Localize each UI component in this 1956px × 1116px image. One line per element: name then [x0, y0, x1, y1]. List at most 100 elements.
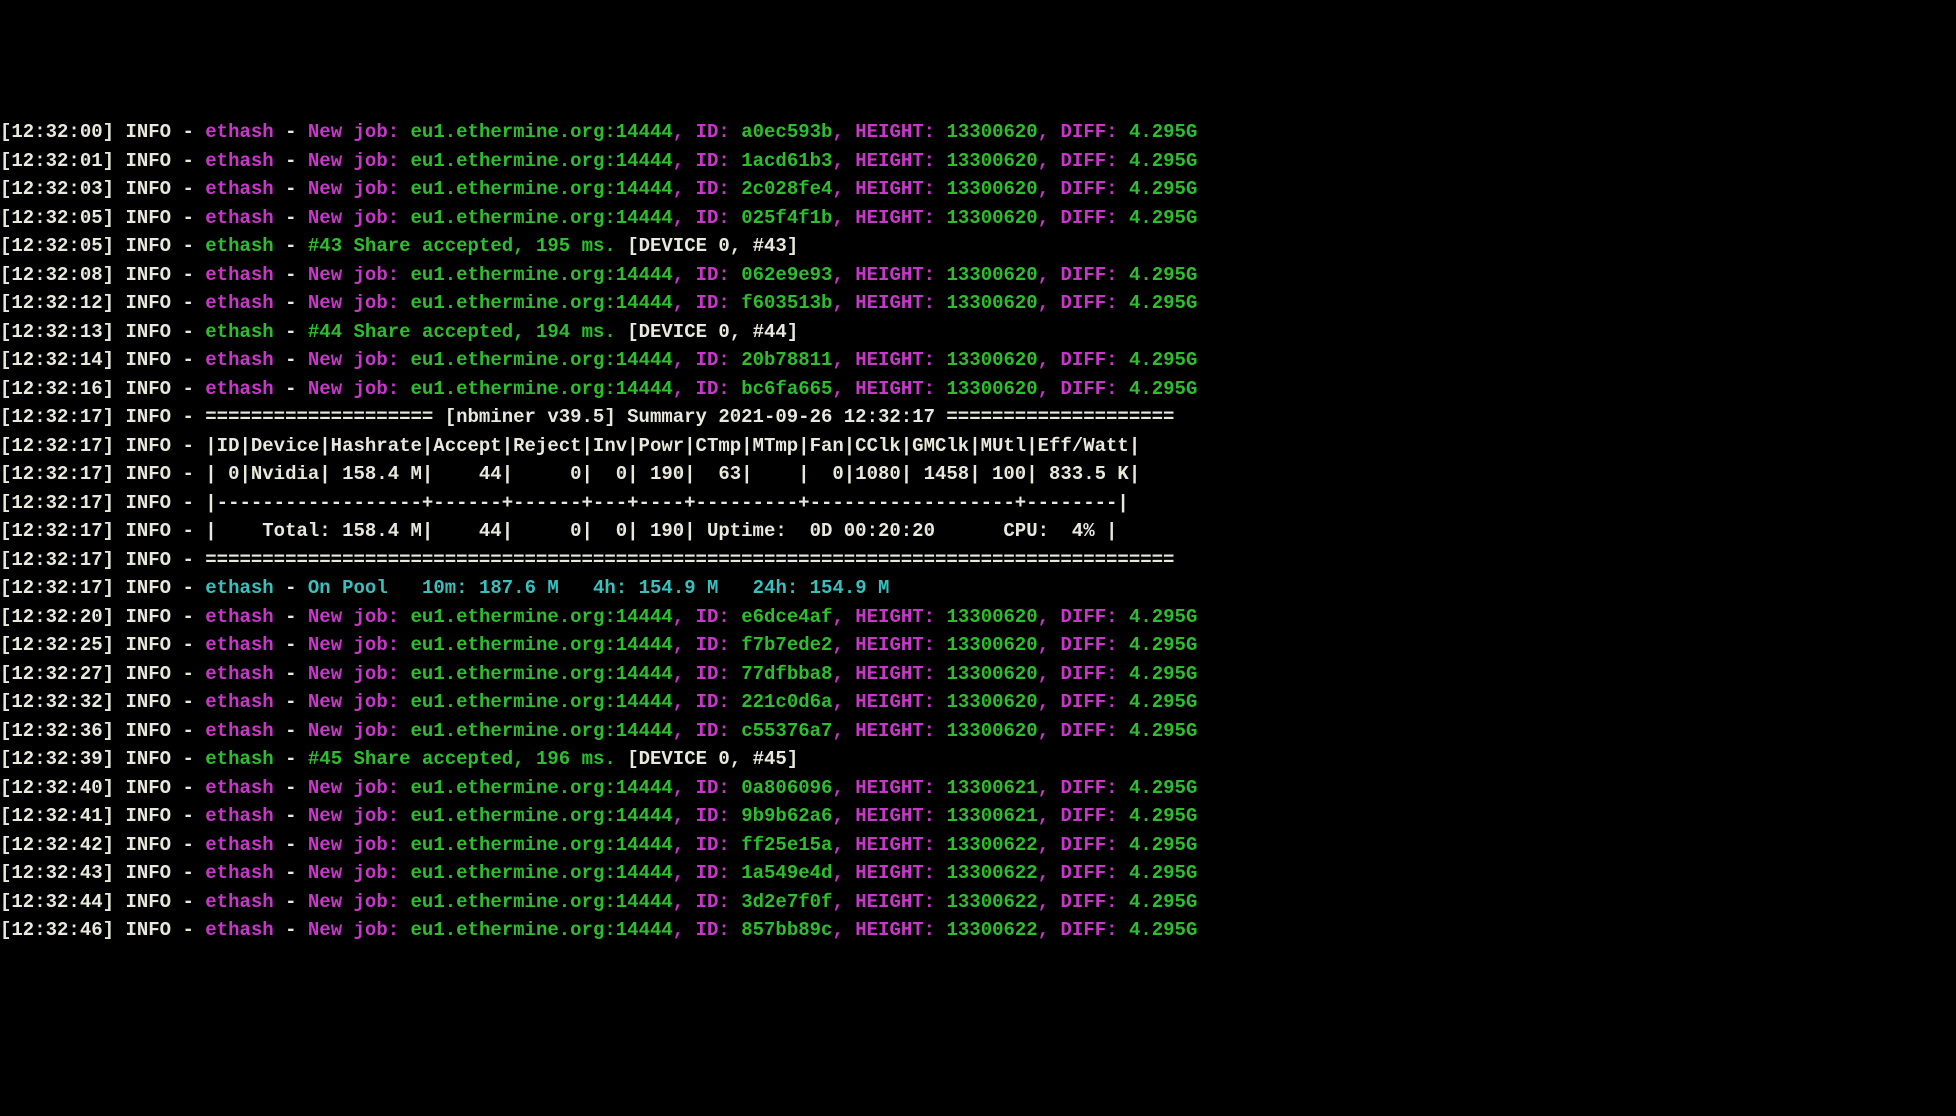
- timestamp: [12:32:05]: [0, 235, 114, 257]
- log-level: INFO: [125, 349, 171, 371]
- new-job-label: New job:: [308, 634, 399, 656]
- log-line: [12:32:05] INFO - ethash - #43 Share acc…: [0, 232, 1956, 261]
- block-height: 13300622: [946, 891, 1037, 913]
- height-label: HEIGHT:: [855, 777, 935, 799]
- summary-line: |ID|Device|Hashrate|Accept|Reject|Inv|Po…: [205, 435, 1140, 457]
- new-job-label: New job:: [308, 378, 399, 400]
- id-label: ID:: [696, 178, 730, 200]
- height-label: HEIGHT:: [855, 919, 935, 941]
- id-label: ID:: [696, 378, 730, 400]
- job-id: 0a806096: [741, 777, 832, 799]
- summary-line: ==================== [nbminer v39.5] Sum…: [205, 406, 1174, 428]
- log-line: [12:32:46] INFO - ethash - New job: eu1.…: [0, 916, 1956, 945]
- log-line: [12:32:01] INFO - ethash - New job: eu1.…: [0, 147, 1956, 176]
- pool-address: eu1.ethermine.org:14444: [411, 178, 673, 200]
- algo-tag: ethash: [205, 834, 273, 856]
- height-label: HEIGHT:: [855, 663, 935, 685]
- log-line: [12:32:17] INFO - |------------------+--…: [0, 489, 1956, 518]
- job-id: 77dfbba8: [741, 663, 832, 685]
- log-line: [12:32:17] INFO - ethash - On Pool 10m: …: [0, 574, 1956, 603]
- new-job-label: New job:: [308, 862, 399, 884]
- height-label: HEIGHT:: [855, 378, 935, 400]
- log-line: [12:32:12] INFO - ethash - New job: eu1.…: [0, 289, 1956, 318]
- height-label: HEIGHT:: [855, 862, 935, 884]
- block-height: 13300620: [946, 691, 1037, 713]
- timestamp: [12:32:17]: [0, 492, 114, 514]
- log-line: [12:32:05] INFO - ethash - New job: eu1.…: [0, 204, 1956, 233]
- log-line: [12:32:32] INFO - ethash - New job: eu1.…: [0, 688, 1956, 717]
- pool-24h: 24h: 154.9 M: [753, 577, 890, 599]
- log-level: INFO: [125, 435, 171, 457]
- share-number: #45: [308, 748, 342, 770]
- diff-label: DIFF:: [1061, 178, 1118, 200]
- log-line: [12:32:17] INFO - |ID|Device|Hashrate|Ac…: [0, 432, 1956, 461]
- height-label: HEIGHT:: [855, 178, 935, 200]
- new-job-label: New job:: [308, 349, 399, 371]
- difficulty: 4.295G: [1129, 720, 1197, 742]
- log-line: [12:32:00] INFO - ethash - New job: eu1.…: [0, 118, 1956, 147]
- difficulty: 4.295G: [1129, 805, 1197, 827]
- block-height: 13300620: [946, 178, 1037, 200]
- log-level: INFO: [125, 549, 171, 571]
- algo-tag: ethash: [205, 691, 273, 713]
- job-id: c55376a7: [741, 720, 832, 742]
- terminal-output: { "pool": "eu1.ethermine.org:14444", "li…: [0, 0, 1956, 1091]
- job-id: ff25e15a: [741, 834, 832, 856]
- height-label: HEIGHT:: [855, 805, 935, 827]
- diff-label: DIFF:: [1061, 834, 1118, 856]
- timestamp: [12:32:05]: [0, 207, 114, 229]
- new-job-label: New job:: [308, 606, 399, 628]
- job-id: 062e9e93: [741, 264, 832, 286]
- timestamp: [12:32:17]: [0, 520, 114, 542]
- height-label: HEIGHT:: [855, 150, 935, 172]
- id-label: ID:: [696, 606, 730, 628]
- diff-label: DIFF:: [1061, 349, 1118, 371]
- diff-label: DIFF:: [1061, 691, 1118, 713]
- timestamp: [12:32:27]: [0, 663, 114, 685]
- job-id: 857bb89c: [741, 919, 832, 941]
- timestamp: [12:32:36]: [0, 720, 114, 742]
- log-line: [12:32:40] INFO - ethash - New job: eu1.…: [0, 774, 1956, 803]
- difficulty: 4.295G: [1129, 207, 1197, 229]
- block-height: 13300622: [946, 919, 1037, 941]
- share-device: [DEVICE 0, #45]: [627, 748, 798, 770]
- diff-label: DIFF:: [1061, 207, 1118, 229]
- share-latency: 196 ms.: [536, 748, 616, 770]
- algo-tag: ethash: [205, 150, 273, 172]
- new-job-label: New job:: [308, 691, 399, 713]
- pool-address: eu1.ethermine.org:14444: [411, 777, 673, 799]
- difficulty: 4.295G: [1129, 691, 1197, 713]
- log-level: INFO: [125, 520, 171, 542]
- log-level: INFO: [125, 634, 171, 656]
- log-level: INFO: [125, 150, 171, 172]
- timestamp: [12:32:14]: [0, 349, 114, 371]
- pool-address: eu1.ethermine.org:14444: [411, 720, 673, 742]
- pool-address: eu1.ethermine.org:14444: [411, 121, 673, 143]
- job-id: 2c028fe4: [741, 178, 832, 200]
- log-line: [12:32:42] INFO - ethash - New job: eu1.…: [0, 831, 1956, 860]
- timestamp: [12:32:44]: [0, 891, 114, 913]
- timestamp: [12:32:40]: [0, 777, 114, 799]
- log-level: INFO: [125, 463, 171, 485]
- id-label: ID:: [696, 292, 730, 314]
- algo-tag: ethash: [205, 292, 273, 314]
- timestamp: [12:32:03]: [0, 178, 114, 200]
- job-id: e6dce4af: [741, 606, 832, 628]
- pool-address: eu1.ethermine.org:14444: [411, 292, 673, 314]
- algo-tag: ethash: [205, 606, 273, 628]
- pool-address: eu1.ethermine.org:14444: [411, 606, 673, 628]
- id-label: ID:: [696, 121, 730, 143]
- pool-address: eu1.ethermine.org:14444: [411, 264, 673, 286]
- block-height: 13300620: [946, 720, 1037, 742]
- log-line: [12:32:17] INFO - | 0|Nvidia| 158.4 M| 4…: [0, 460, 1956, 489]
- log-level: INFO: [125, 691, 171, 713]
- log-level: INFO: [125, 891, 171, 913]
- height-label: HEIGHT:: [855, 207, 935, 229]
- algo-tag: ethash: [205, 748, 273, 770]
- algo-tag: ethash: [205, 264, 273, 286]
- block-height: 13300620: [946, 663, 1037, 685]
- pool-address: eu1.ethermine.org:14444: [411, 834, 673, 856]
- diff-label: DIFF:: [1061, 805, 1118, 827]
- difficulty: 4.295G: [1129, 919, 1197, 941]
- height-label: HEIGHT:: [855, 834, 935, 856]
